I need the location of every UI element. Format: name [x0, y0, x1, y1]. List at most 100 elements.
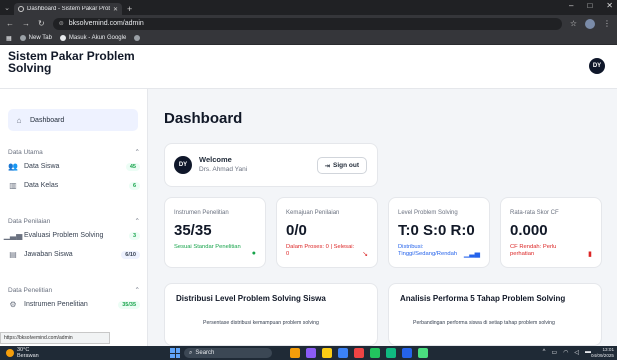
taskbar-app-icon[interactable]: [306, 348, 316, 358]
sidebar-item-evaluasi[interactable]: ▁▃▅ Evaluasi Problem Solving 3: [3, 226, 140, 245]
url-text: bksolvemind.com/admin: [68, 20, 144, 27]
document-icon: ▤: [9, 250, 17, 259]
apps-grid-icon[interactable]: ▦: [6, 35, 12, 42]
windows-taskbar: 30°C Berawan ⌕ Search ^ ▭ ◠ ◁ ▬ 13:01 04/0…: [0, 346, 617, 360]
chrome-icon[interactable]: [370, 348, 380, 358]
trend-icon: ↘: [362, 251, 368, 258]
bar-chart-icon: ▁▃▅: [463, 251, 480, 258]
folder-icon[interactable]: [322, 348, 332, 358]
chevron-up-icon: ⌃: [134, 287, 140, 294]
stat-card-instrumen: Instrumen Penelitian 35/35 Sesuai Standa…: [164, 197, 266, 268]
group-title[interactable]: Data Penilaian ⌃: [8, 216, 140, 226]
status-bar-url: https://bksolvemind.com/admin: [0, 332, 110, 344]
sidebar: ⌂ Dashboard Data Utama ⌃ 👥 Data Siswa 45 ▥ D…: [0, 89, 148, 346]
taskbar-app-icon[interactable]: [290, 348, 300, 358]
app-brand[interactable]: Sistem Pakar Problem Solving: [8, 50, 158, 74]
close-window-icon[interactable]: ✕: [606, 1, 613, 10]
count-badge: 6: [128, 181, 140, 190]
sidebar-item-data-kelas[interactable]: ▥ Data Kelas 6: [8, 176, 140, 195]
weather-widget[interactable]: 30°C Berawan: [6, 347, 39, 359]
bookmark-new-tab[interactable]: New Tab: [19, 35, 52, 41]
sidebar-item-dashboard[interactable]: ⌂ Dashboard: [8, 109, 138, 131]
stat-value: 0/0: [286, 222, 307, 239]
keyboard-icon[interactable]: ▭: [551, 349, 557, 356]
forward-icon[interactable]: →: [22, 19, 30, 28]
browser-toolbar: ← → ↻ ⊜ bksolvemind.com/admin ☆ ⋮: [0, 15, 617, 32]
stat-card-level: Level Problem Solving T:0 S:0 R:0 Distri…: [388, 197, 490, 268]
taskbar-app-icon[interactable]: [338, 348, 348, 358]
stat-card-skor-cf: Rata-rata Skor CF 0.000 CF Rendah: Perlu…: [500, 197, 602, 268]
home-icon: ⌂: [16, 115, 22, 125]
extension-icon[interactable]: [134, 35, 141, 41]
bookmark-google-login[interactable]: Masuk - Akun Google: [59, 35, 126, 41]
tab-search-icon[interactable]: ⌄: [0, 0, 14, 15]
stat-label: Rata-rata Skor CF: [510, 210, 559, 216]
browser-tab[interactable]: Dashboard - Sistem Pakar Probl... ✕: [14, 3, 122, 15]
tab-close-icon[interactable]: ✕: [113, 6, 118, 13]
panel-subtitle: Perbandingan performa siswa di setiap ta…: [413, 320, 555, 326]
profile-avatar[interactable]: [585, 18, 595, 29]
welcome-card: DY Welcome Drs. Ahmad Yani ⇥ Sign out: [164, 143, 378, 187]
gear-icon: ⚙: [9, 300, 17, 309]
wifi-icon[interactable]: ◠: [563, 349, 568, 356]
sidebar-item-jawaban-siswa[interactable]: ▤ Jawaban Siswa 6/10: [8, 245, 140, 264]
stat-value: T:0 S:0 R:0: [398, 222, 475, 239]
panel-title: Analisis Performa 5 Tahap Problem Solvin…: [400, 294, 566, 303]
group-title[interactable]: Data Penelitian ⌃: [8, 285, 140, 295]
bookmark-star-icon[interactable]: ☆: [570, 19, 577, 28]
stat-description: Distribusi: Tinggi/Sedang/Rendah: [398, 244, 458, 257]
taskbar-app-icon[interactable]: [386, 348, 396, 358]
tab-favicon-icon: [18, 6, 24, 12]
sidebar-group-data-utama: Data Utama ⌃ 👥 Data Siswa 45 ▥ Data Kelas 6: [8, 147, 140, 195]
clock[interactable]: 13:01 04/09/2025: [591, 347, 614, 359]
sidebar-item-instrumen[interactable]: ⚙ Instrumen Penelitian 35/35: [8, 295, 140, 314]
sidebar-item-data-siswa[interactable]: 👥 Data Siswa 45: [8, 157, 140, 176]
taskbar-search[interactable]: ⌕ Search: [184, 348, 272, 358]
app-header: Sistem Pakar Problem Solving DY: [0, 45, 617, 89]
page-title: Dashboard: [164, 110, 243, 127]
sidebar-group-data-penelitian: Data Penelitian ⌃ ⚙ Instrumen Penelitian 35…: [8, 285, 140, 314]
logout-icon: ⇥: [324, 162, 330, 170]
search-icon: ⌕: [189, 349, 193, 356]
stat-label: Instrumen Penelitian: [174, 210, 229, 216]
count-badge: 3: [128, 231, 140, 240]
stat-value: 35/35: [174, 222, 212, 239]
count-badge: 6/10: [121, 250, 140, 259]
taskbar-app-icon[interactable]: [418, 348, 428, 358]
taskbar-app-icon[interactable]: [354, 348, 364, 358]
count-badge: 35/35: [118, 300, 140, 309]
count-badge: 45: [125, 162, 140, 171]
stat-description: CF Rendah: Perlu perhatian: [510, 244, 557, 257]
panel-subtitle: Persentase distribusi kemampuan problem …: [203, 320, 319, 326]
minimize-icon[interactable]: –: [569, 1, 573, 10]
sidebar-item-label: Dashboard: [30, 116, 65, 124]
stat-label: Kemajuan Penilaian: [286, 210, 340, 216]
address-bar[interactable]: ⊜ bksolvemind.com/admin: [52, 17, 562, 30]
bar-chart-icon: ▁▃▅: [3, 231, 23, 240]
window-controls: – □ ✕: [569, 1, 613, 10]
taskbar-apps: [290, 348, 428, 358]
group-title[interactable]: Data Utama ⌃: [8, 147, 140, 157]
maximize-icon[interactable]: □: [587, 1, 592, 10]
panel-distribusi-level: Distribusi Level Problem Solving Siswa P…: [164, 283, 378, 346]
volume-icon[interactable]: ◁: [574, 349, 579, 356]
sign-out-button[interactable]: ⇥ Sign out: [316, 157, 367, 174]
user-avatar[interactable]: DY: [589, 58, 605, 74]
system-tray: ^ ▭ ◠ ◁ ▬: [543, 349, 591, 356]
panel-analisis-performa: Analisis Performa 5 Tahap Problem Solvin…: [388, 283, 602, 346]
reload-icon[interactable]: ↻: [38, 19, 45, 28]
start-button[interactable]: [170, 348, 180, 358]
site-info-icon[interactable]: ⊜: [59, 20, 64, 27]
menu-dots-icon[interactable]: ⋮: [603, 19, 611, 28]
taskbar-app-icon[interactable]: [402, 348, 412, 358]
stat-description: Sesuai Standar Penelitian: [174, 244, 241, 250]
stat-label: Level Problem Solving: [398, 210, 458, 216]
back-icon[interactable]: ←: [6, 19, 14, 28]
users-icon: 👥: [8, 162, 18, 171]
chevron-up-icon[interactable]: ^: [543, 349, 546, 356]
browser-tab-strip: ⌄ Dashboard - Sistem Pakar Probl... ✕ + …: [0, 0, 617, 15]
bookmarks-bar: ▦ New Tab Masuk - Akun Google: [0, 32, 617, 45]
new-tab-icon[interactable]: +: [127, 3, 132, 15]
tab-title: Dashboard - Sistem Pakar Probl...: [27, 6, 110, 12]
sun-icon: [6, 349, 14, 357]
